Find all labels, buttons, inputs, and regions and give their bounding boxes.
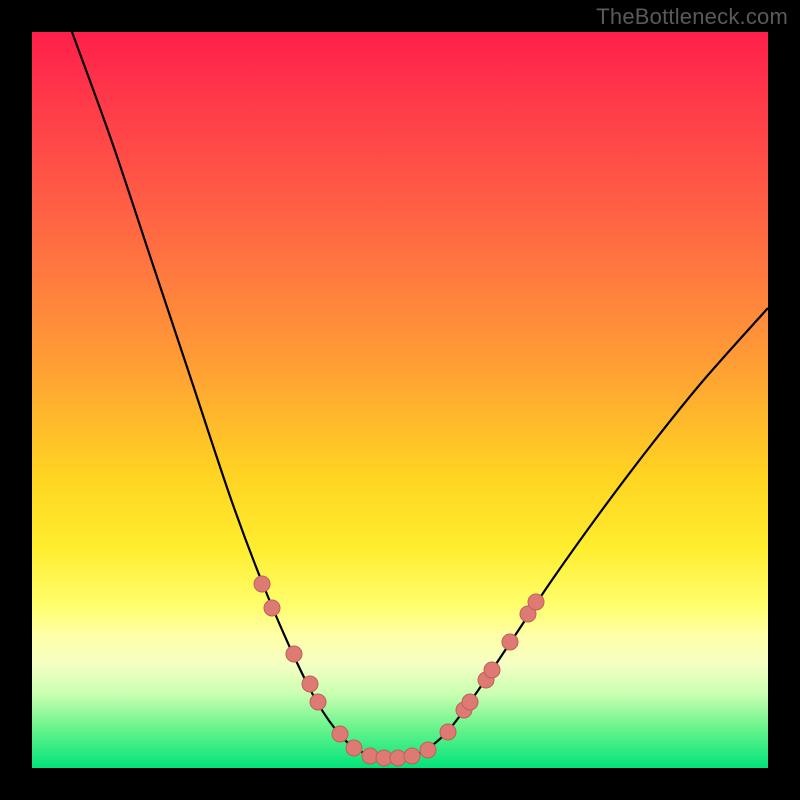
curve-marker	[502, 634, 518, 650]
curve-marker	[528, 594, 544, 610]
curve-marker	[362, 748, 378, 764]
bottleneck-curve	[72, 32, 768, 759]
chart-frame: TheBottleneck.com	[0, 0, 800, 800]
curve-marker	[254, 576, 270, 592]
curve-svg	[32, 32, 768, 768]
curve-marker	[302, 676, 318, 692]
curve-marker	[332, 726, 348, 742]
curve-marker	[420, 742, 436, 758]
curve-marker	[346, 740, 362, 756]
curve-marker	[264, 600, 280, 616]
curve-marker	[404, 748, 420, 764]
curve-marker	[440, 724, 456, 740]
curve-marker	[390, 750, 406, 766]
plot-area	[32, 32, 768, 768]
curve-marker	[310, 694, 326, 710]
curve-marker	[286, 646, 302, 662]
watermark-text: TheBottleneck.com	[596, 4, 788, 30]
curve-marker	[462, 694, 478, 710]
curve-marker	[484, 662, 500, 678]
marker-group	[254, 576, 544, 766]
